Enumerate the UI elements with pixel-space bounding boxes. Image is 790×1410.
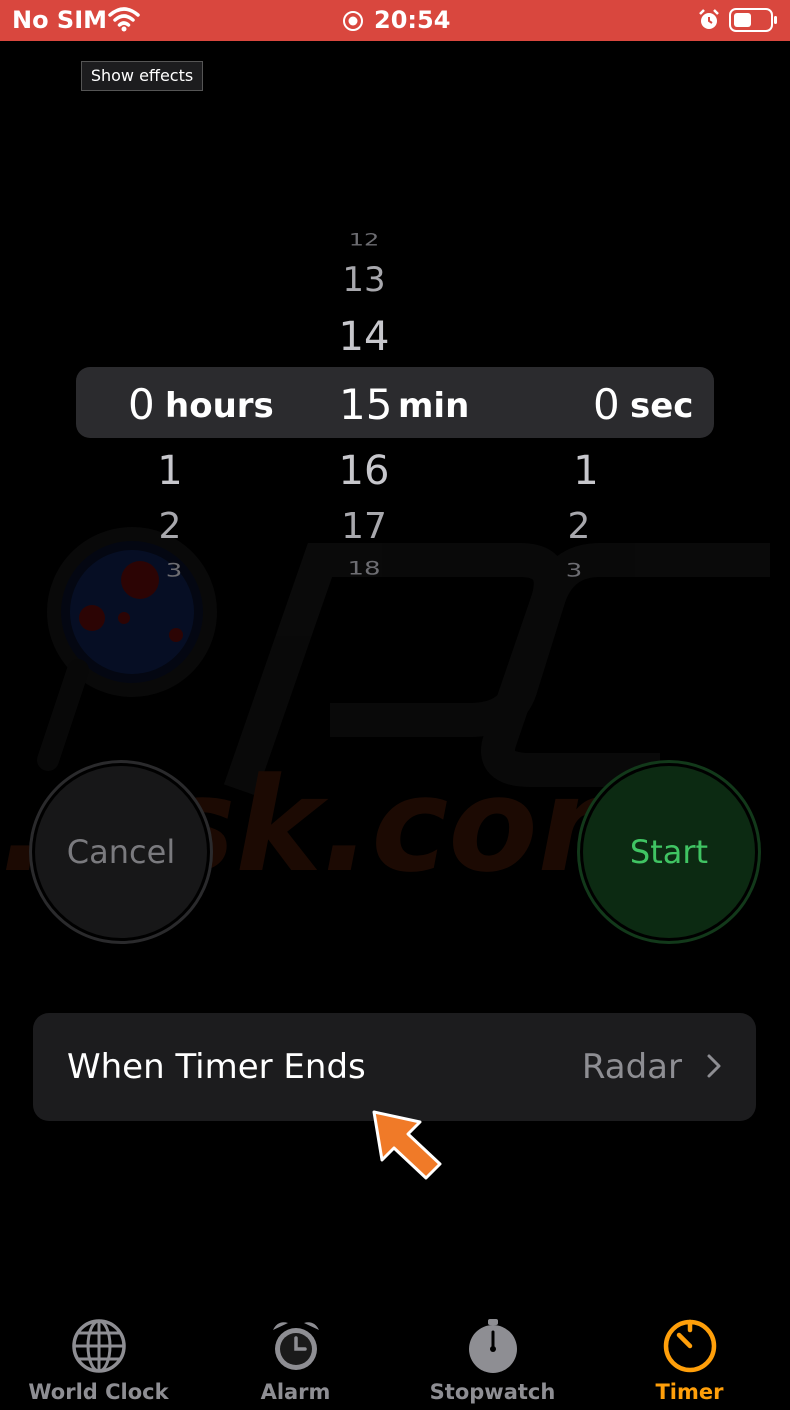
- start-button[interactable]: Start: [583, 766, 755, 938]
- alarm-clock-icon: [268, 1318, 324, 1378]
- when-timer-ends-row[interactable]: When Timer Ends Radar: [33, 1013, 756, 1121]
- seconds-unit-label: sec: [630, 386, 694, 426]
- hours-option[interactable]: 2: [159, 506, 182, 547]
- minutes-unit-label: min: [398, 386, 470, 426]
- stopwatch-icon: [465, 1318, 521, 1378]
- carrier-label: No SIM: [12, 6, 108, 34]
- hours-unit-label: hours: [165, 386, 274, 426]
- status-time: 20:54: [374, 6, 451, 34]
- minutes-option[interactable]: 13: [342, 260, 385, 300]
- tab-timer[interactable]: Timer: [591, 1300, 788, 1410]
- timer-icon: [662, 1318, 718, 1378]
- tab-stopwatch[interactable]: Stopwatch: [394, 1300, 591, 1410]
- when-timer-ends-label: When Timer Ends: [67, 1047, 366, 1087]
- seconds-option[interactable]: 2: [568, 506, 591, 547]
- hours-selected-value[interactable]: 0: [128, 380, 155, 429]
- minutes-option[interactable]: 17: [341, 506, 387, 547]
- hours-option[interactable]: 3: [166, 561, 183, 582]
- tab-label: Timer: [655, 1380, 724, 1404]
- minutes-selected-value[interactable]: 15: [339, 380, 392, 429]
- chevron-right-icon: [706, 1053, 722, 1083]
- alarm-icon: [697, 8, 721, 36]
- tab-label: World Clock: [28, 1380, 169, 1404]
- show-effects-button[interactable]: Show effects: [81, 61, 203, 91]
- minutes-option[interactable]: 12: [349, 230, 380, 250]
- seconds-option[interactable]: 1: [573, 448, 598, 494]
- minutes-option[interactable]: 14: [339, 314, 390, 360]
- tab-world-clock[interactable]: World Clock: [0, 1300, 197, 1410]
- seconds-option[interactable]: 3: [566, 561, 583, 582]
- globe-icon: [71, 1318, 127, 1378]
- tab-label: Stopwatch: [429, 1380, 556, 1404]
- tab-label: Alarm: [260, 1380, 331, 1404]
- minutes-option[interactable]: 18: [347, 559, 380, 580]
- tab-alarm[interactable]: Alarm: [197, 1300, 394, 1410]
- status-bar: No SIM 20:54: [0, 0, 790, 41]
- battery-icon: [729, 8, 779, 36]
- screen-record-icon: [342, 10, 364, 36]
- annotation-arrow-icon: [370, 1108, 446, 1188]
- hours-option[interactable]: 1: [157, 448, 182, 494]
- minutes-option[interactable]: 16: [339, 448, 390, 494]
- seconds-selected-value[interactable]: 0: [593, 380, 620, 429]
- wifi-icon: [108, 6, 140, 36]
- timer-sound-value: Radar: [581, 1047, 682, 1087]
- cancel-button[interactable]: Cancel: [35, 766, 207, 938]
- tab-bar: World Clock Alarm Stopwatch Timer: [0, 1300, 790, 1410]
